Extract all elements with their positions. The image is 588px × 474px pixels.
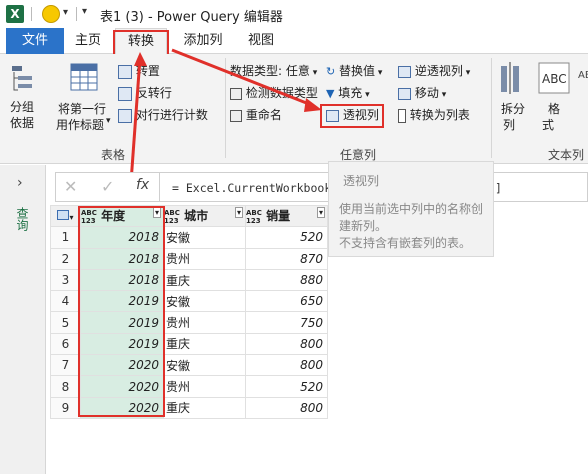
row-number[interactable]: 6 (50, 332, 81, 356)
year-column-highlight (78, 206, 165, 417)
cell-sales[interactable]: 520 (245, 375, 328, 398)
row-number[interactable]: 8 (50, 375, 81, 398)
cell-sales[interactable]: 880 (245, 268, 328, 292)
type-any-icon: ABC 123 (164, 208, 180, 225)
queries-pane[interactable]: › 查询 (0, 165, 46, 474)
row-number[interactable]: 3 (50, 268, 81, 292)
fx-icon[interactable]: fx (136, 177, 149, 193)
cell-city[interactable]: 安徽 (163, 354, 246, 377)
table-menu-icon[interactable]: ▾ (50, 204, 81, 228)
cell-city[interactable]: 重庆 (163, 268, 246, 292)
chevron-right-icon[interactable]: › (17, 175, 23, 191)
cell-sales[interactable]: 800 (245, 332, 328, 356)
tooltip-line-1: 使用当前选中列中的名称创 (339, 202, 484, 216)
tooltip-title: 透视列 (343, 174, 380, 188)
confirm-icon[interactable]: ✓ (101, 177, 114, 196)
row-number[interactable]: 5 (50, 311, 81, 334)
cancel-icon[interactable]: ✕ (64, 177, 77, 196)
row-number[interactable]: 4 (50, 290, 81, 313)
cell-city[interactable]: 安徽 (163, 290, 246, 313)
cell-sales[interactable]: 650 (245, 290, 328, 313)
row-number[interactable]: 9 (50, 396, 81, 419)
row-number[interactable]: 1 (50, 226, 81, 249)
divider (159, 173, 160, 201)
column-name-sales: 销量 (266, 209, 291, 224)
column-header-city[interactable]: ABC 123 城市 ▾ (163, 204, 246, 228)
cell-city[interactable]: 重庆 (163, 332, 246, 356)
tooltip-line-2: 建新列。 (339, 219, 388, 233)
cell-sales[interactable]: 750 (245, 311, 328, 334)
filter-dropdown-icon[interactable]: ▾ (234, 207, 243, 219)
cell-city[interactable]: 贵州 (163, 375, 246, 398)
row-number[interactable]: 7 (50, 354, 81, 377)
tooltip-line-3: 不支持含有嵌套列的表。 (339, 236, 472, 250)
cell-sales[interactable]: 800 (245, 354, 328, 377)
formula-bar: ✕ ✓ fx = Excel.CurrentWorkbook(){[Name="… (55, 172, 588, 202)
pivot-tooltip: 透视列 使用当前选中列中的名称创 建新列。 不支持含有嵌套列的表。 (328, 161, 494, 257)
cell-sales[interactable]: 520 (245, 226, 328, 249)
cell-sales[interactable]: 870 (245, 247, 328, 270)
cell-sales[interactable]: 800 (245, 396, 328, 419)
cell-city[interactable]: 重庆 (163, 396, 246, 419)
row-number[interactable]: 2 (50, 247, 81, 270)
cell-city[interactable]: 贵州 (163, 247, 246, 270)
cell-city[interactable]: 贵州 (163, 311, 246, 334)
filter-dropdown-icon[interactable]: ▾ (316, 207, 325, 219)
type-any-icon: ABC 123 (246, 208, 262, 225)
cell-city[interactable]: 安徽 (163, 226, 246, 249)
column-name-city: 城市 (184, 209, 209, 224)
queries-label: 查询 (15, 207, 29, 231)
column-header-sales[interactable]: ABC 123 销量 ▾ (245, 204, 328, 228)
